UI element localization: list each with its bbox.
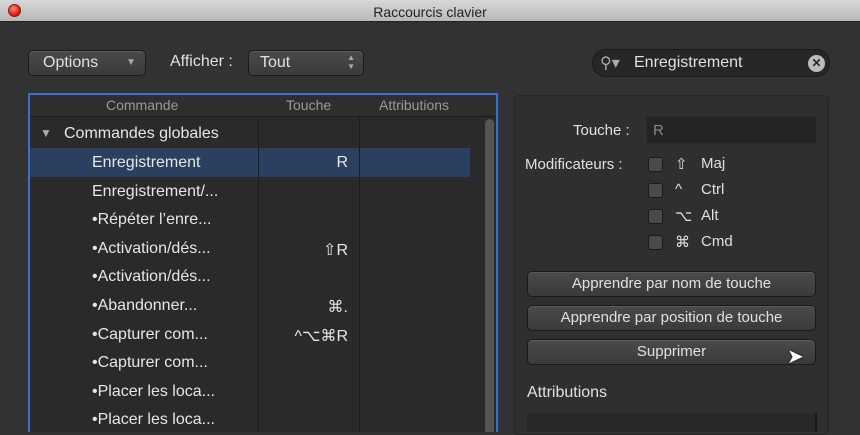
shortcut-key: ⇧R	[323, 241, 348, 259]
clear-search-icon[interactable]: ✕	[808, 55, 825, 72]
modifier-label: Ctrl	[701, 181, 725, 198]
table-row[interactable]: •Activation/dés...	[30, 262, 470, 291]
options-label: Options	[43, 54, 99, 71]
learn-by-name-button[interactable]: Apprendre par nom de touche	[527, 271, 816, 297]
table-header: Commande Touche Attributions	[30, 95, 496, 117]
command-name: •Placer les loca...	[92, 411, 215, 429]
table-row[interactable]: •Abandonner... ⌘.	[30, 291, 470, 320]
command-name: •Placer les loca...	[92, 382, 215, 400]
shortcut-key: R	[336, 154, 348, 171]
stepper-arrows-icon: ▲ ▼	[347, 53, 355, 71]
modifier-checkbox-ctrl[interactable]	[648, 183, 663, 198]
table-row[interactable]: •Activation/dés... ⇧R	[30, 234, 470, 263]
column-divider	[359, 117, 360, 432]
commands-table: Commande Touche Attributions ▼ Commandes…	[28, 93, 498, 432]
command-name: •Activation/dés...	[92, 268, 211, 286]
search-input[interactable]: Enregistrement	[634, 54, 743, 72]
table-row[interactable]: •Placer les loca...	[30, 405, 470, 432]
afficher-select[interactable]: Tout ▲ ▼	[248, 50, 364, 76]
command-name: Enregistrement	[92, 154, 201, 171]
group-label: Commandes globales	[64, 125, 219, 142]
header-touche[interactable]: Touche	[286, 97, 331, 113]
modifier-symbol-icon: ^	[675, 181, 683, 198]
learn-by-position-button[interactable]: Apprendre par position de touche	[527, 305, 816, 331]
table-row[interactable]: •Capturer com...	[30, 348, 470, 377]
table-row[interactable]: Enregistrement/...	[30, 177, 470, 206]
afficher-value: Tout	[260, 54, 291, 71]
touche-label: Touche :	[573, 122, 630, 139]
modifier-checkbox-maj[interactable]	[648, 157, 663, 172]
modifier-checkbox-alt[interactable]	[648, 209, 663, 224]
modifier-label: Alt	[701, 207, 719, 224]
table-row[interactable]: •Répéter l’enre...	[30, 205, 470, 234]
modifier-symbol-icon: ⌥	[675, 208, 693, 225]
header-attributions[interactable]: Attributions	[379, 97, 449, 113]
modifier-symbol-icon: ⌘	[675, 234, 690, 251]
delete-button[interactable]: Supprimer	[527, 339, 816, 365]
chevron-down-icon: ▼	[126, 57, 136, 68]
modifier-checkbox-cmd[interactable]	[648, 235, 663, 250]
table-row[interactable]: •Placer les loca...	[30, 377, 470, 406]
window-title: Raccourcis clavier	[373, 4, 487, 20]
modifier-label: Cmd	[701, 233, 733, 250]
table-row[interactable]: Enregistrement R	[30, 148, 470, 177]
modifier-label: Maj	[701, 155, 726, 172]
shortcut-key: ^⌥⌘R	[294, 327, 349, 345]
mouse-cursor-icon: ➤	[787, 346, 804, 368]
command-name: •Abandonner...	[92, 297, 198, 314]
group-row[interactable]: ▼ Commandes globales	[30, 119, 470, 148]
column-divider	[258, 117, 259, 432]
title-bar: Raccourcis clavier	[0, 0, 860, 22]
command-name: •Capturer com...	[92, 354, 208, 372]
search-icon[interactable]: ⚲▾	[600, 53, 620, 73]
command-name: Enregistrement/...	[92, 182, 219, 200]
options-button[interactable]: Options ▼	[28, 50, 146, 76]
scrollbar[interactable]	[485, 119, 494, 432]
command-name: •Activation/dés...	[92, 239, 211, 257]
search-field[interactable]: ⚲▾ Enregistrement ✕	[592, 49, 830, 77]
attributions-label: Attributions	[527, 384, 608, 401]
touche-input[interactable]: R	[646, 116, 817, 144]
modifier-symbol-icon: ⇧	[675, 156, 688, 173]
header-commande[interactable]: Commande	[106, 97, 178, 113]
modifiers-label: Modificateurs :	[525, 156, 623, 173]
attributions-list	[527, 413, 817, 432]
table-row[interactable]: •Capturer com... ^⌥⌘R	[30, 320, 470, 349]
afficher-label: Afficher :	[170, 53, 233, 70]
disclosure-triangle-icon[interactable]: ▼	[40, 126, 52, 140]
command-name: •Capturer com...	[92, 325, 208, 343]
shortcut-key: ⌘.	[327, 299, 348, 316]
command-name: •Répéter l’enre...	[92, 211, 212, 229]
